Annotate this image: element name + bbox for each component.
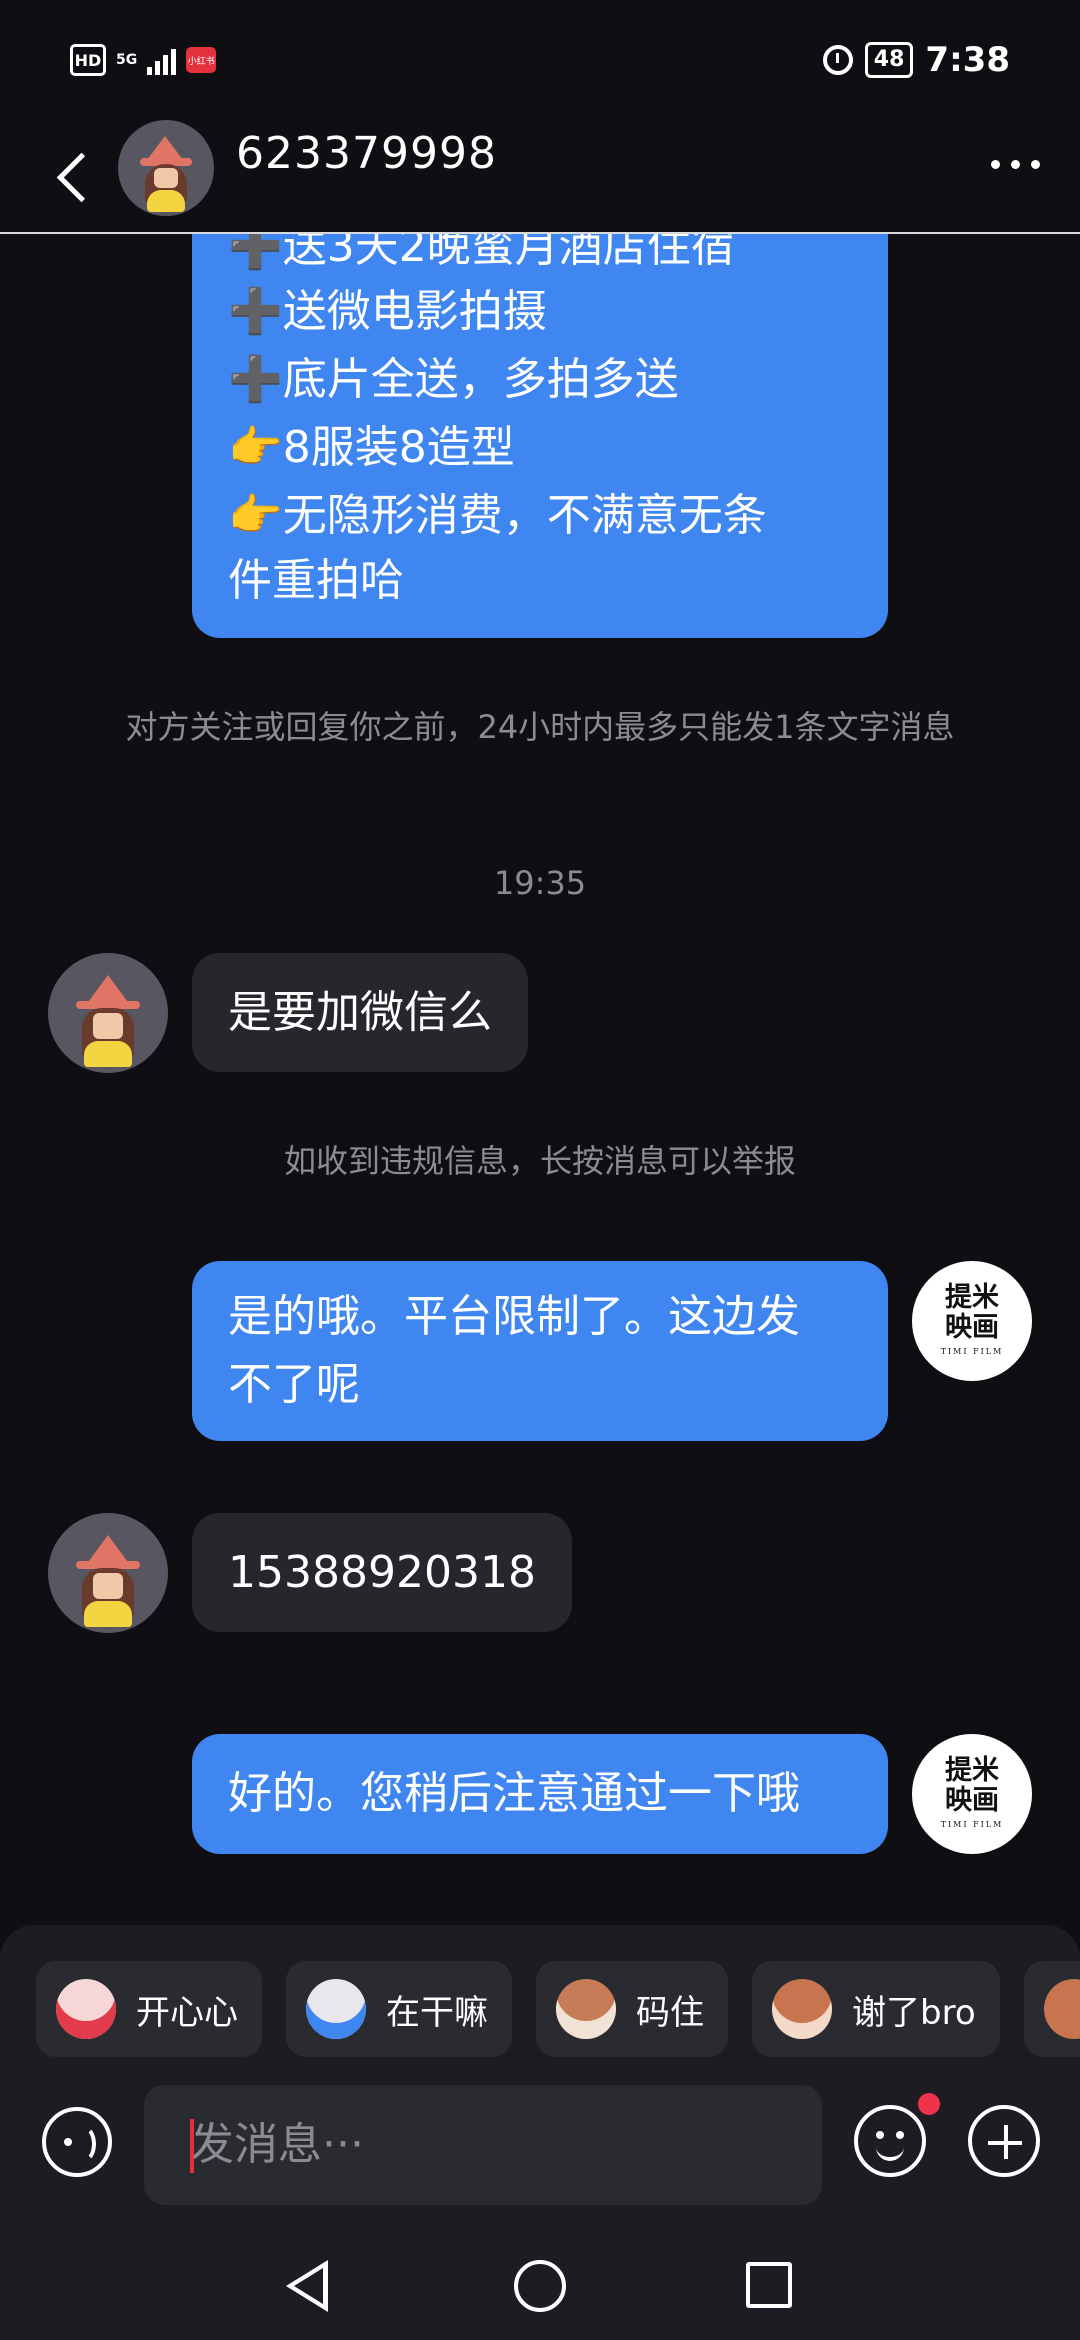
nav-home-icon[interactable]	[514, 2260, 566, 2312]
logo-subtext: TIMI FILM	[940, 1347, 1004, 1356]
quick-reply-label: 码住	[636, 1992, 704, 2033]
sticker-thanks-icon	[772, 1979, 832, 2039]
message-line: 👉无隐形消费，不满意无条	[228, 490, 767, 541]
logo-text: 映画	[945, 1312, 999, 1343]
clock: 7:38	[925, 40, 1010, 80]
logo-text: 映画	[945, 1785, 999, 1816]
quick-reply-label: 在干嘛	[386, 1992, 488, 2033]
contact-avatar[interactable]	[48, 953, 168, 1073]
message-line: ➕底片全送，多拍多送	[228, 354, 679, 405]
back-arrow-icon[interactable]	[50, 140, 90, 210]
quick-reply-chip[interactable]: 谢了bro	[752, 1961, 1000, 2057]
sticker-more-icon	[1043, 1979, 1080, 2039]
app-notification-icon: 小红书	[186, 47, 217, 73]
outgoing-message[interactable]: 是的哦。平台限制了。这边发 不了呢	[192, 1261, 888, 1441]
message-line: 不了呢	[228, 1359, 360, 1410]
status-bar: HD 5G 小红书 48 7:38	[0, 0, 1080, 120]
sticker-happy-icon	[56, 1979, 116, 2039]
system-nav-bar	[0, 2230, 1080, 2340]
message-line: 是的哦。平台限制了。这边发	[228, 1291, 800, 1342]
notification-dot	[918, 2093, 940, 2115]
text-cursor	[190, 2119, 194, 2173]
incoming-message[interactable]: 15388920318	[192, 1513, 572, 1632]
add-attachment-icon[interactable]	[968, 2105, 1040, 2177]
outgoing-message[interactable]: 好的。您稍后注意通过一下哦	[192, 1734, 888, 1854]
voice-input-icon[interactable]	[42, 2107, 112, 2177]
more-options-icon[interactable]	[991, 160, 1040, 169]
message-line: 👉8服装8造型	[228, 422, 515, 473]
network-type: 5G	[116, 52, 138, 68]
logo-text: 提米	[945, 1755, 999, 1786]
quick-reply-label: 谢了bro	[852, 1992, 976, 2033]
input-row: 发消息···	[0, 2085, 1080, 2205]
battery-icon: 48	[864, 42, 914, 78]
nav-recents-icon[interactable]	[746, 2262, 792, 2308]
signal-icon	[147, 45, 177, 75]
user-avatar-logo[interactable]: 提米 映画 TIMI FILM	[912, 1734, 1032, 1854]
sticker-what-icon	[306, 1979, 366, 2039]
system-notice: 对方关注或回复你之前，24小时内最多只能发1条文字消息	[125, 708, 955, 746]
report-notice: 如收到违规信息，长按消息可以举报	[283, 1142, 796, 1180]
hd-icon: HD	[70, 44, 106, 76]
quick-reply-bar: 开心心 在干嘛 码住 谢了bro	[36, 1961, 1080, 2057]
user-avatar-logo[interactable]: 提米 映画 TIMI FILM	[912, 1261, 1032, 1381]
contact-avatar[interactable]	[118, 120, 214, 216]
alarm-icon	[822, 45, 853, 75]
emoji-icon[interactable]	[854, 2105, 926, 2177]
message-line: ➕送微电影拍摄	[228, 286, 547, 337]
quick-reply-label: 开心心	[136, 1992, 238, 2033]
contact-avatar[interactable]	[48, 1513, 168, 1633]
quick-reply-chip[interactable]	[1023, 1961, 1080, 2057]
chat-header: 623379998	[0, 120, 1080, 234]
incoming-message[interactable]: 是要加微信么	[192, 953, 528, 1072]
outgoing-message[interactable]: ➕送3天2晚蜜月酒店住宿 ➕送微电影拍摄 ➕底片全送，多拍多送 👉8服装8造型 …	[192, 190, 888, 638]
timestamp: 19:35	[493, 864, 587, 902]
nav-back-icon[interactable]	[286, 2260, 328, 2312]
chat-title: 623379998	[236, 128, 497, 179]
message-input[interactable]: 发消息···	[144, 2085, 822, 2205]
sticker-save-icon	[556, 1979, 616, 2039]
quick-reply-chip[interactable]: 码住	[536, 1961, 728, 2057]
logo-subtext: TIMI FILM	[940, 1820, 1004, 1829]
quick-reply-chip[interactable]: 在干嘛	[286, 1961, 512, 2057]
quick-reply-chip[interactable]: 开心心	[36, 1961, 262, 2057]
logo-text: 提米	[945, 1282, 999, 1313]
message-line: 件重拍哈	[228, 555, 404, 606]
